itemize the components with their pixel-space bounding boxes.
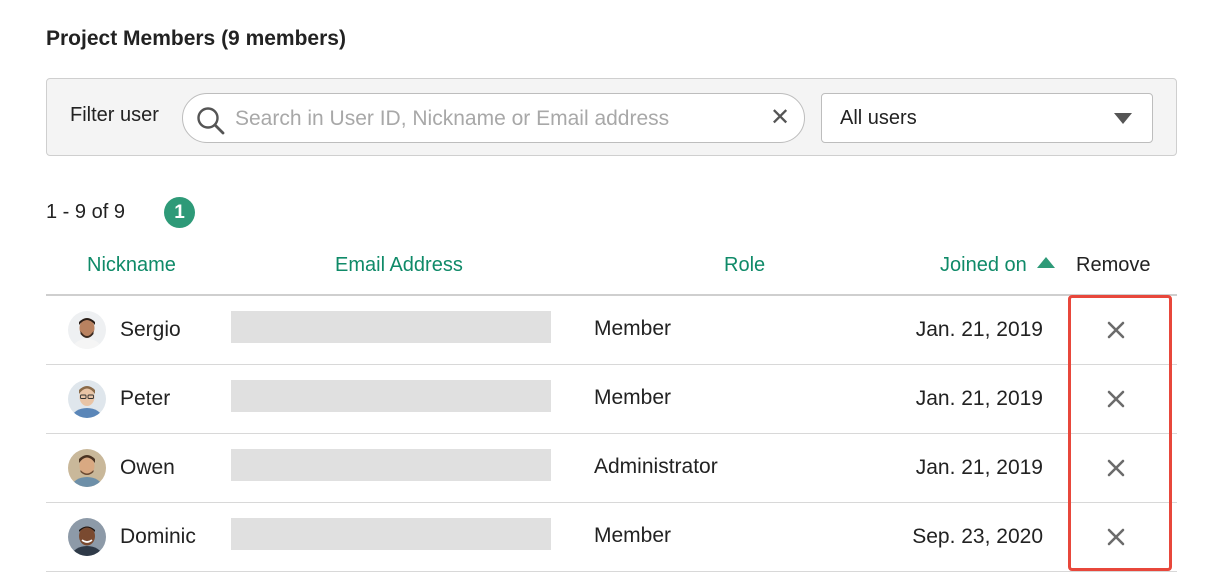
search-input[interactable] xyxy=(235,102,755,136)
page-title: Project Members (9 members) xyxy=(46,27,346,50)
member-joined-date: Jan. 21, 2019 xyxy=(915,387,1043,410)
table-row: Dominic Member Sep. 23, 2020 xyxy=(46,503,1177,572)
table-row: Peter Member Jan. 21, 2019 xyxy=(46,365,1177,434)
clear-search-icon[interactable]: ✕ xyxy=(769,106,791,130)
member-joined-date: Sep. 23, 2020 xyxy=(912,525,1043,548)
select-value: All users xyxy=(840,107,917,129)
remove-member-icon[interactable] xyxy=(1104,387,1128,411)
column-header-joined[interactable]: Joined on xyxy=(940,254,1055,277)
result-count: 1 - 9 of 9 xyxy=(46,201,125,223)
table-row: Sergio Member Jan. 21, 2019 xyxy=(46,296,1177,365)
member-joined-date: Jan. 21, 2019 xyxy=(915,456,1043,479)
column-header-role[interactable]: Role xyxy=(724,254,765,277)
email-redacted xyxy=(231,449,551,481)
column-header-nickname[interactable]: Nickname xyxy=(87,254,176,277)
remove-member-icon[interactable] xyxy=(1104,456,1128,480)
member-role: Member xyxy=(594,386,672,409)
member-nickname: Owen xyxy=(120,456,175,479)
email-redacted xyxy=(231,380,551,412)
page-1-button[interactable]: 1 xyxy=(164,197,195,228)
email-redacted xyxy=(231,518,551,550)
member-role: Member xyxy=(594,524,672,547)
avatar xyxy=(68,518,106,556)
avatar xyxy=(68,380,106,418)
member-role: Member xyxy=(594,317,672,340)
email-redacted xyxy=(231,311,551,343)
chevron-down-icon xyxy=(1114,113,1132,124)
member-joined-date: Jan. 21, 2019 xyxy=(915,318,1043,341)
search-icon xyxy=(197,107,225,135)
column-header-email[interactable]: Email Address xyxy=(335,254,463,277)
avatar xyxy=(68,449,106,487)
user-filter-select[interactable]: All users xyxy=(821,93,1153,143)
filter-label: Filter user xyxy=(70,104,159,126)
member-nickname: Sergio xyxy=(120,318,181,341)
avatar xyxy=(68,311,106,349)
filter-bar: Filter user ✕ All users xyxy=(46,78,1177,156)
member-nickname: Peter xyxy=(120,387,171,410)
remove-member-icon[interactable] xyxy=(1104,318,1128,342)
column-header-joined-label: Joined on xyxy=(940,254,1027,276)
sort-ascending-icon xyxy=(1036,257,1055,268)
search-box[interactable]: ✕ xyxy=(182,93,805,143)
member-role: Administrator xyxy=(594,455,718,478)
table-row: Owen Administrator Jan. 21, 2019 xyxy=(46,434,1177,503)
column-header-remove: Remove xyxy=(1076,254,1151,276)
remove-member-icon[interactable] xyxy=(1104,525,1128,549)
member-nickname: Dominic xyxy=(120,525,196,548)
